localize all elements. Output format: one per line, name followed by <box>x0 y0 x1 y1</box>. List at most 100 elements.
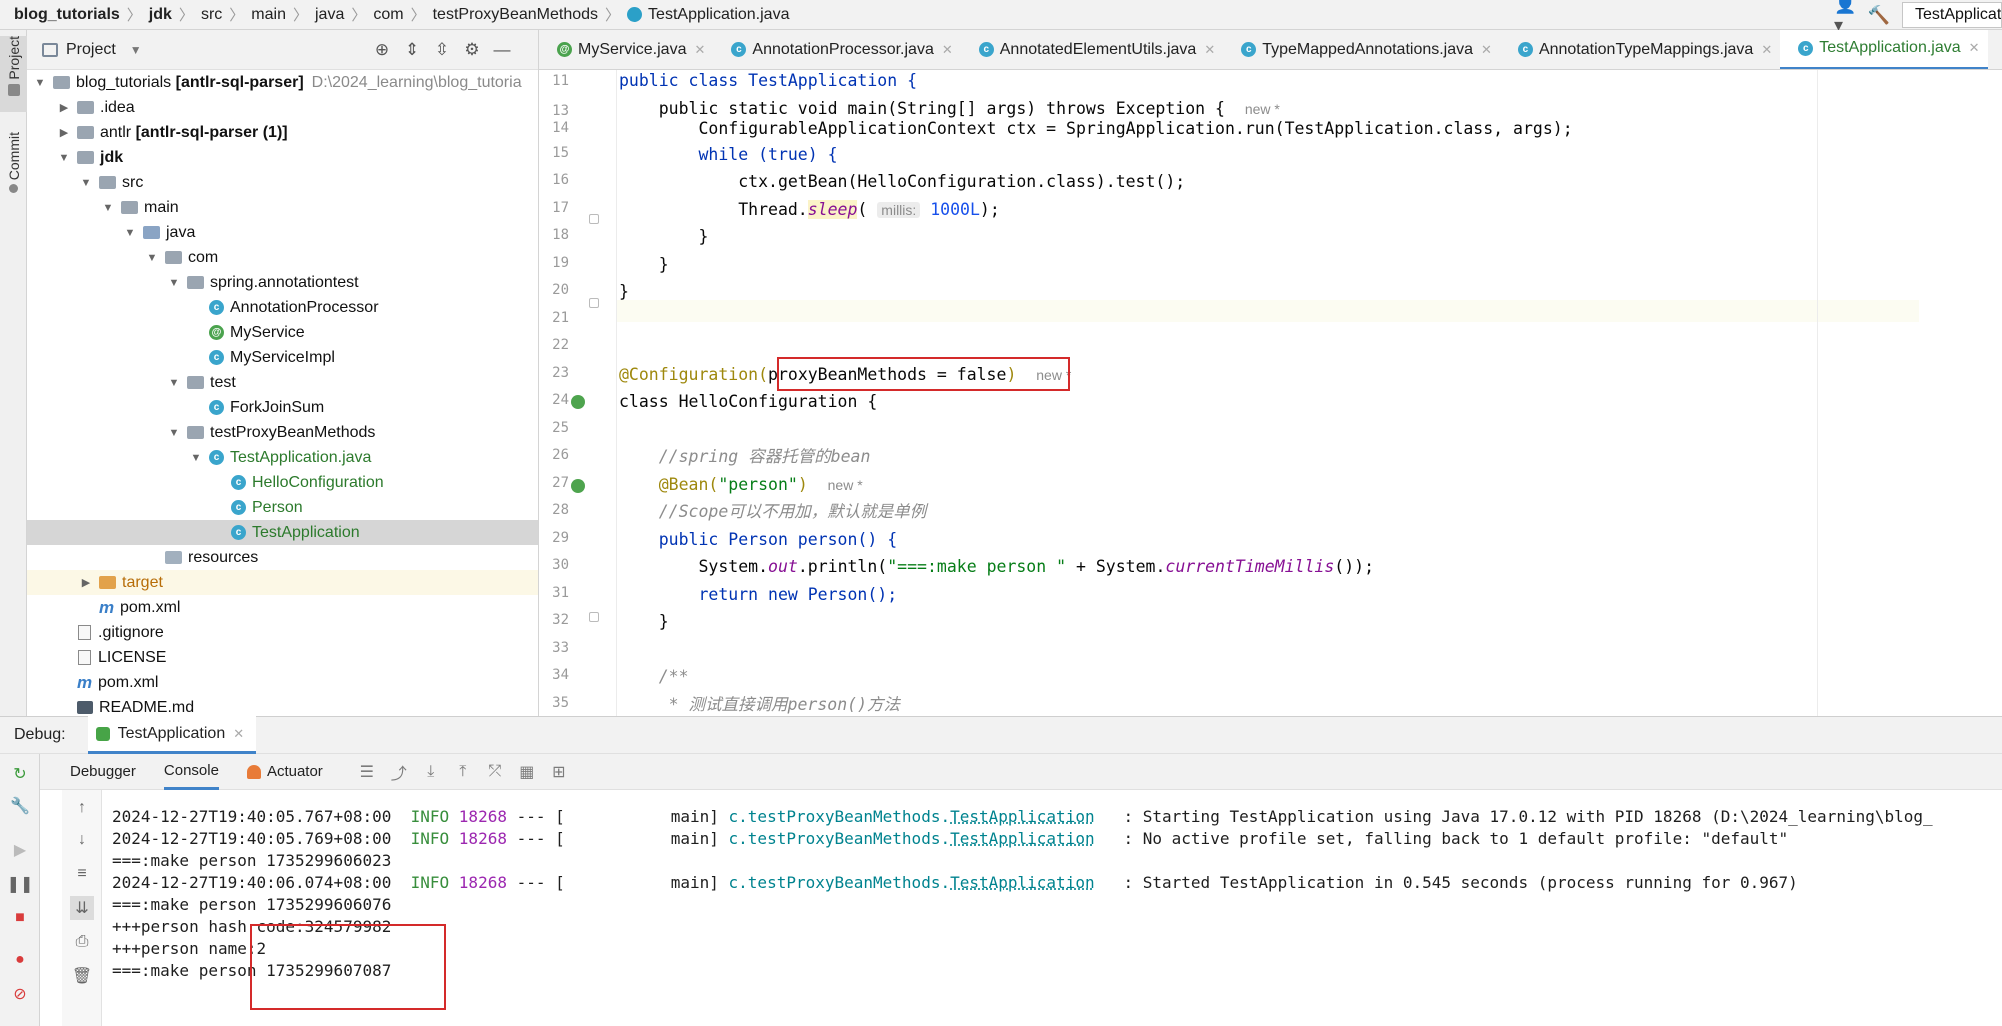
tab-debugger[interactable]: Debugger <box>70 754 136 790</box>
editor-tab[interactable]: @ MyService.java ✕ <box>539 30 713 69</box>
tree-node[interactable]: ▼ test <box>27 370 538 395</box>
spring-bean-gutter-icon[interactable] <box>571 395 585 409</box>
spring-bean-gutter-icon[interactable] <box>571 479 585 493</box>
view-breakpoints-icon[interactable]: ● <box>8 948 32 972</box>
scroll-down-icon[interactable]: ↓ <box>70 828 94 852</box>
log-logger-link[interactable]: TestApplication <box>950 807 1095 826</box>
chevron-down-icon[interactable]: ▼ <box>123 227 137 239</box>
editor-tab[interactable]: c AnnotationTypeMappings.java ✕ <box>1500 30 1780 69</box>
print-icon[interactable]: ⎙ <box>70 930 94 954</box>
trace-icon[interactable]: ⊞ <box>543 762 575 782</box>
user-icon[interactable]: 👤▾ <box>1834 0 1864 35</box>
pause-icon[interactable]: ❚❚ <box>7 872 34 896</box>
fold-marker-icon[interactable] <box>589 612 599 622</box>
editor-tab[interactable]: c AnnotationProcessor.java ✕ <box>713 30 960 69</box>
tool-window-tab-project[interactable]: Project <box>0 36 27 112</box>
project-title[interactable]: Project <box>66 41 116 59</box>
close-icon[interactable]: ✕ <box>942 42 953 58</box>
chevron-down-icon[interactable]: ▼ <box>145 252 159 264</box>
run-config-selector[interactable]: TestApplication <box>1902 2 2002 28</box>
rerun-icon[interactable]: ↻ <box>8 762 32 786</box>
tree-node[interactable]: ▼ blog_tutorials [antlr-sql-parser] D:\202… <box>27 70 538 95</box>
chevron-down-icon[interactable]: ▼ <box>167 377 181 389</box>
tab-actuator[interactable]: Actuator <box>246 754 323 790</box>
tree-node[interactable]: ▼ java <box>27 220 538 245</box>
scroll-up-icon[interactable]: ↑ <box>70 796 94 820</box>
chevron-down-icon[interactable]: ▼ <box>189 452 203 464</box>
tree-node[interactable]: c TestApplication <box>27 520 538 545</box>
tree-node[interactable]: ▼ com <box>27 245 538 270</box>
chevron-right-icon[interactable]: ▶ <box>79 576 93 589</box>
menu-icon[interactable]: ☰ <box>351 762 383 782</box>
tree-node[interactable]: c AnnotationProcessor <box>27 295 538 320</box>
build-hammer-icon[interactable]: 🔨 <box>1864 0 1894 30</box>
debug-session-tab[interactable]: TestApplication ✕ <box>87 716 257 754</box>
breadcrumb-item[interactable]: java <box>315 6 344 24</box>
tree-node[interactable]: ▼ spring.annotationtest <box>27 270 538 295</box>
tree-node[interactable]: ▼ main <box>27 195 538 220</box>
editor-tab[interactable]: c TypeMappedAnnotations.java ✕ <box>1223 30 1500 69</box>
collapse-all-icon[interactable]: ⇳ <box>427 35 457 65</box>
log-logger-link[interactable]: TestApplication <box>950 873 1095 892</box>
gear-icon[interactable]: ⚙ <box>457 35 487 65</box>
soft-wrap-icon[interactable]: ≡ <box>70 862 94 886</box>
close-icon[interactable]: ✕ <box>233 726 244 742</box>
breadcrumb-item[interactable]: blog_tutorials <box>14 6 120 24</box>
close-icon[interactable]: ✕ <box>1969 40 1980 56</box>
chevron-down-icon[interactable]: ▼ <box>130 43 142 57</box>
locate-target-icon[interactable]: ⊕ <box>367 35 397 65</box>
tree-node[interactable]: LICENSE <box>27 645 538 670</box>
fold-marker-icon[interactable] <box>589 298 599 308</box>
tree-node[interactable]: c HelloConfiguration <box>27 470 538 495</box>
close-icon[interactable]: ✕ <box>1481 42 1492 58</box>
scroll-to-end-icon[interactable]: ⇊ <box>70 896 94 920</box>
tree-node[interactable]: c ForkJoinSum <box>27 395 538 420</box>
editor-tab-active[interactable]: c TestApplication.java ✕ <box>1780 30 1988 69</box>
chevron-right-icon[interactable]: ▶ <box>57 101 71 114</box>
fold-marker-icon[interactable] <box>589 214 599 224</box>
tree-node[interactable]: ▼ jdk <box>27 145 538 170</box>
chevron-down-icon[interactable]: ▼ <box>33 77 47 89</box>
chevron-down-icon[interactable]: ▼ <box>167 427 181 439</box>
close-icon[interactable]: ✕ <box>1204 42 1215 58</box>
show-execution-point-icon[interactable]: ⤴ <box>383 760 415 784</box>
breadcrumb-item[interactable]: com <box>373 6 403 24</box>
breadcrumb-item[interactable]: src <box>201 6 222 24</box>
tree-node[interactable]: c MyServiceImpl <box>27 345 538 370</box>
close-icon[interactable]: ✕ <box>694 42 705 58</box>
chevron-down-icon[interactable]: ▼ <box>167 277 181 289</box>
clear-all-icon[interactable]: 🗑 <box>70 964 94 988</box>
tree-node[interactable]: c Person <box>27 495 538 520</box>
breadcrumb-item[interactable]: main <box>251 6 286 24</box>
step-over-icon[interactable]: ⤓ <box>415 763 447 781</box>
tree-node[interactable]: ▼ src <box>27 170 538 195</box>
tree-node[interactable]: ▼ testProxyBeanMethods <box>27 420 538 445</box>
tree-node[interactable]: @ MyService <box>27 320 538 345</box>
code-text[interactable]: public class TestApplication { public st… <box>619 70 1919 716</box>
tree-node[interactable]: m pom.xml <box>27 595 538 620</box>
tree-node[interactable]: ▶ target <box>27 570 538 595</box>
mute-breakpoints-icon[interactable]: ⊘ <box>8 982 32 1006</box>
code-editor[interactable]: 11 13 14 15 16 17 18 19 20 21 22 23 24 2… <box>539 70 2002 716</box>
expand-all-icon[interactable]: ⇕ <box>397 35 427 65</box>
breadcrumb-item[interactable]: TestApplication.java <box>648 6 789 24</box>
tree-node[interactable]: ▼ c TestApplication.java <box>27 445 538 470</box>
tree-node[interactable]: m pom.xml <box>27 670 538 695</box>
resume-icon[interactable]: ▶ <box>8 838 32 862</box>
tree-node[interactable]: resources <box>27 545 538 570</box>
tree-node[interactable]: ▶ antlr [antlr-sql-parser (1)] <box>27 120 538 145</box>
settings-wrench-icon[interactable]: 🔧 <box>8 794 32 818</box>
tree-node[interactable]: .gitignore <box>27 620 538 645</box>
tree-node[interactable]: README.md <box>27 695 538 716</box>
tree-node[interactable]: ▶ .idea <box>27 95 538 120</box>
chevron-right-icon[interactable]: ▶ <box>57 126 71 139</box>
console-output[interactable]: 2024-12-27T19:40:05.767+08:00 INFO 18268… <box>104 790 2002 1026</box>
step-into-icon[interactable]: ⤒ <box>447 763 479 781</box>
tool-window-tab-commit[interactable]: Commit <box>0 132 27 208</box>
chevron-down-icon[interactable]: ▼ <box>57 152 71 164</box>
editor-tab[interactable]: c AnnotatedElementUtils.java ✕ <box>961 30 1223 69</box>
step-out-icon[interactable]: ⤱ <box>479 763 511 781</box>
tab-console[interactable]: Console <box>163 754 219 790</box>
breadcrumb-item[interactable]: testProxyBeanMethods <box>433 6 598 24</box>
stop-icon[interactable]: ■ <box>8 906 32 930</box>
